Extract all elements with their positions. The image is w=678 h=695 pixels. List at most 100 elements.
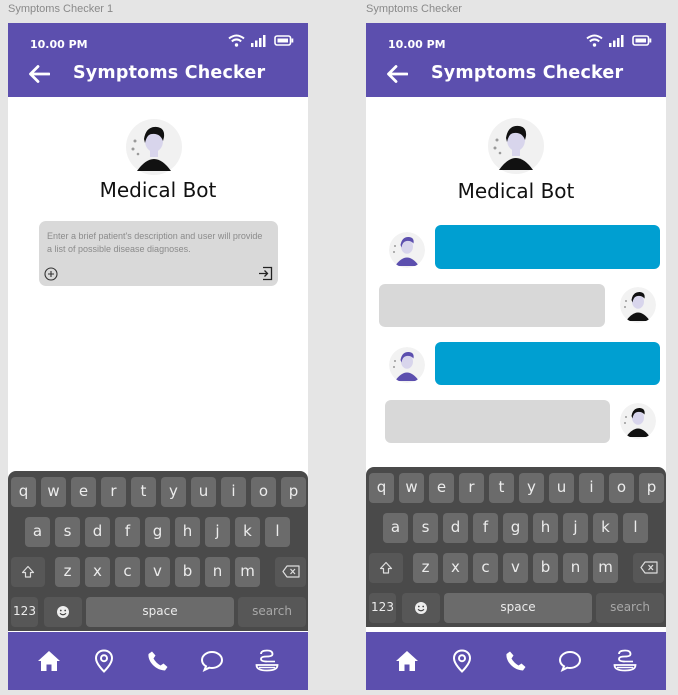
key-x[interactable]: x — [85, 557, 110, 587]
key-s[interactable]: s — [413, 513, 438, 543]
location-icon[interactable] — [450, 649, 474, 673]
key-j[interactable]: j — [205, 517, 230, 547]
bot-message-bubble — [435, 225, 660, 269]
key-d[interactable]: d — [85, 517, 110, 547]
key-g[interactable]: g — [145, 517, 170, 547]
key-o[interactable]: o — [609, 473, 634, 503]
key-w[interactable]: w — [399, 473, 424, 503]
key-n[interactable]: n — [563, 553, 588, 583]
bot-avatar — [488, 118, 544, 174]
chat-icon[interactable] — [558, 649, 582, 673]
back-arrow-icon[interactable] — [28, 65, 50, 83]
app-bar: 10.00 PM Symptoms Checker — [8, 23, 308, 97]
key-e[interactable]: e — [71, 477, 96, 507]
space-key[interactable]: space — [86, 597, 234, 627]
key-u[interactable]: u — [191, 477, 216, 507]
bot-avatar-small — [389, 232, 425, 268]
key-r[interactable]: r — [459, 473, 484, 503]
frame-label: Symptoms Checker — [366, 3, 462, 15]
key-v[interactable]: v — [145, 557, 170, 587]
key-h[interactable]: h — [533, 513, 558, 543]
bot-name: Medical Bot — [457, 179, 575, 203]
key-x[interactable]: x — [443, 553, 468, 583]
key-l[interactable]: l — [265, 517, 290, 547]
backspace-icon — [639, 561, 658, 574]
key-l[interactable]: l — [623, 513, 648, 543]
key-q[interactable]: q — [369, 473, 394, 503]
key-g[interactable]: g — [503, 513, 528, 543]
home-icon[interactable] — [395, 649, 419, 673]
status-icons — [586, 34, 652, 47]
key-y[interactable]: y — [519, 473, 544, 503]
shift-icon — [379, 561, 393, 574]
key-c[interactable]: c — [473, 553, 498, 583]
space-key[interactable]: space — [444, 593, 592, 623]
search-key[interactable]: search — [238, 597, 306, 627]
key-p[interactable]: p — [639, 473, 664, 503]
input-placeholder: Enter a brief patient's description and … — [47, 231, 263, 254]
key-d[interactable]: d — [443, 513, 468, 543]
key-w[interactable]: w — [41, 477, 66, 507]
location-icon[interactable] — [92, 649, 116, 673]
back-arrow-icon[interactable] — [386, 65, 408, 83]
key-a[interactable]: a — [25, 517, 50, 547]
status-time: 10.00 PM — [30, 38, 88, 51]
key-t[interactable]: t — [489, 473, 514, 503]
signal-icon — [251, 35, 266, 47]
key-v[interactable]: v — [503, 553, 528, 583]
emoji-key[interactable] — [402, 593, 440, 623]
symptom-description-input[interactable]: Enter a brief patient's description and … — [39, 221, 278, 286]
key-h[interactable]: h — [175, 517, 200, 547]
battery-icon — [274, 35, 294, 46]
submit-icon[interactable] — [258, 266, 273, 281]
shift-icon — [21, 565, 35, 578]
key-t[interactable]: t — [131, 477, 156, 507]
phone-icon[interactable] — [504, 649, 528, 673]
key-n[interactable]: n — [205, 557, 230, 587]
key-q[interactable]: q — [11, 477, 36, 507]
phone-icon[interactable] — [146, 649, 170, 673]
key-z[interactable]: z — [55, 557, 80, 587]
signal-icon — [609, 35, 624, 47]
emoji-icon — [415, 601, 427, 614]
shift-key[interactable] — [369, 553, 403, 583]
key-b[interactable]: b — [533, 553, 558, 583]
key-c[interactable]: c — [115, 557, 140, 587]
wifi-icon — [586, 34, 603, 47]
medicine-icon[interactable] — [613, 649, 637, 673]
key-o[interactable]: o — [251, 477, 276, 507]
key-f[interactable]: f — [473, 513, 498, 543]
shift-key[interactable] — [11, 557, 45, 587]
key-i[interactable]: i — [579, 473, 604, 503]
search-key[interactable]: search — [596, 593, 664, 623]
backspace-key[interactable] — [275, 557, 306, 587]
key-s[interactable]: s — [55, 517, 80, 547]
phone-screen-symptoms-checker-chat: 10.00 PM Symptoms Checker Medical Bot q … — [366, 23, 666, 690]
on-screen-keyboard: q w e r t y u i o p a s d f g h j k l z … — [366, 467, 666, 627]
chat-icon[interactable] — [200, 649, 224, 673]
key-y[interactable]: y — [161, 477, 186, 507]
key-m[interactable]: m — [593, 553, 618, 583]
key-f[interactable]: f — [115, 517, 140, 547]
bot-message-bubble — [435, 342, 660, 385]
backspace-key[interactable] — [633, 553, 664, 583]
key-p[interactable]: p — [281, 477, 306, 507]
bottom-nav — [8, 632, 308, 690]
key-k[interactable]: k — [235, 517, 260, 547]
key-b[interactable]: b — [175, 557, 200, 587]
emoji-key[interactable] — [44, 597, 82, 627]
key-z[interactable]: z — [413, 553, 438, 583]
key-k[interactable]: k — [593, 513, 618, 543]
add-attachment-icon[interactable] — [44, 267, 58, 281]
numbers-key[interactable]: 123 — [369, 593, 396, 623]
key-r[interactable]: r — [101, 477, 126, 507]
key-i[interactable]: i — [221, 477, 246, 507]
key-a[interactable]: a — [383, 513, 408, 543]
key-u[interactable]: u — [549, 473, 574, 503]
key-m[interactable]: m — [235, 557, 260, 587]
key-j[interactable]: j — [563, 513, 588, 543]
key-e[interactable]: e — [429, 473, 454, 503]
home-icon[interactable] — [37, 649, 61, 673]
numbers-key[interactable]: 123 — [11, 597, 38, 627]
medicine-icon[interactable] — [255, 649, 279, 673]
